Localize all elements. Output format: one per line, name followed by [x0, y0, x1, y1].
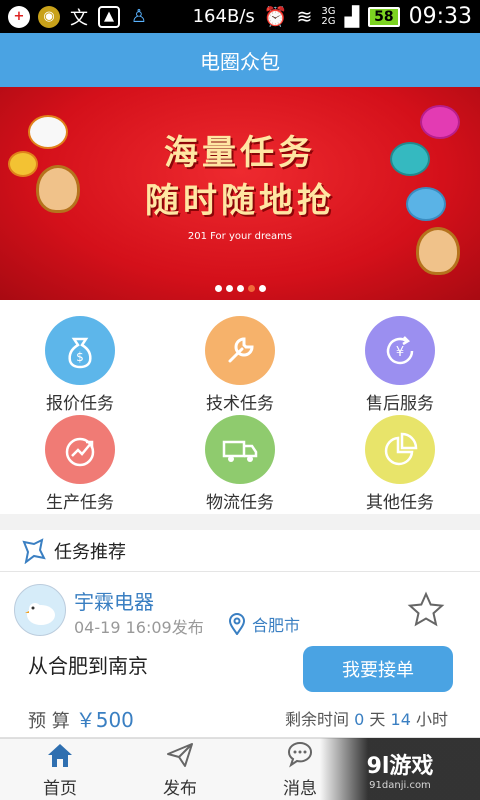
banner-tagline: 201 For your dreams: [187, 231, 293, 242]
category-tech-task[interactable]: 技术任务: [160, 316, 320, 414]
carousel-indicator: [0, 285, 480, 292]
paper-plane-icon: [167, 743, 193, 767]
category-production-task[interactable]: 生产任务: [0, 415, 160, 513]
section-title: 任务推荐: [54, 541, 126, 563]
category-after-sales[interactable]: ¥ 售后服务: [320, 316, 480, 414]
chat-bubble-icon: [287, 742, 312, 768]
banner-subline: 随时随地抢: [145, 181, 335, 221]
home-icon: [48, 744, 72, 767]
banner-headline: 海量任务: [164, 133, 316, 173]
medical-cross-icon: +: [8, 5, 30, 28]
image-icon: ▲: [98, 5, 120, 28]
remaining-time: 剩余时间 0 天 14 小时: [285, 710, 448, 729]
signal-icon: ▟: [344, 5, 360, 28]
promo-banner[interactable]: 海量任务 随时随地抢 201 For your dreams: [0, 87, 480, 300]
status-bar: + ◉ 文 ▲ ♙ 164B/s ⏰ ≋ 3G 2G ▟ 58 09:33: [0, 0, 480, 33]
svg-text:¥: ¥: [396, 345, 404, 360]
carousel-dot[interactable]: [214, 285, 222, 292]
text-input-icon: 文: [70, 7, 88, 29]
clock: 09:33: [408, 4, 472, 29]
app-title-bar: 电圈众包: [0, 33, 480, 87]
page-title: 电圈众包: [200, 49, 280, 74]
task-card[interactable]: 宇霖电器 04-19 16:09发布 合肥市 从合肥到南京 我要接单 预 算 ￥5…: [0, 572, 480, 738]
qq-penguin-icon: ♙: [130, 6, 148, 27]
company-name[interactable]: 宇霖电器: [74, 586, 154, 615]
category-other-task[interactable]: 其他任务: [320, 415, 480, 513]
truck-icon: [205, 415, 275, 484]
accept-order-button[interactable]: 我要接单: [303, 646, 453, 692]
network-speed: 164B/s: [192, 6, 255, 27]
carousel-dot[interactable]: [247, 285, 255, 292]
wifi-icon: ≋: [296, 5, 313, 28]
nav-publish[interactable]: 发布: [120, 739, 240, 800]
category-quote-task[interactable]: $ 报价任务: [0, 316, 160, 414]
growth-chart-icon: [45, 415, 115, 484]
money-bag-icon: $: [45, 316, 115, 385]
recommend-section-header: 任务推荐: [0, 530, 480, 572]
task-budget: 预 算 ￥500: [28, 708, 134, 732]
pie-chart-icon: [365, 415, 435, 484]
coin-icon: ◉: [38, 5, 60, 28]
carousel-dot[interactable]: [225, 285, 233, 292]
battery-indicator: 58: [368, 6, 400, 27]
svg-text:$: $: [76, 350, 84, 364]
network-type: 3G 2G: [321, 5, 336, 27]
favorite-star-icon[interactable]: [406, 590, 446, 630]
category-grid: $ 报价任务 技术任务 ¥ 售后服务 生产任务 物流任务 其他任务: [0, 300, 480, 514]
avatar[interactable]: [14, 584, 66, 636]
carousel-dot[interactable]: [258, 285, 266, 292]
carousel-dot[interactable]: [236, 285, 244, 292]
task-location: 合肥市: [228, 612, 300, 636]
wrench-icon: [205, 316, 275, 385]
alarm-icon: ⏰: [263, 6, 288, 28]
category-logistics-task[interactable]: 物流任务: [160, 415, 320, 513]
site-watermark: 9l游戏 91danji.com: [320, 738, 480, 800]
task-route: 从合肥到南京: [28, 654, 148, 678]
yuan-refresh-icon: ¥: [365, 316, 435, 385]
location-pin-icon: [228, 613, 246, 635]
post-time: 04-19 16:09发布: [74, 618, 204, 637]
star-badge-icon: [22, 537, 46, 564]
nav-home[interactable]: 首页: [0, 739, 120, 800]
